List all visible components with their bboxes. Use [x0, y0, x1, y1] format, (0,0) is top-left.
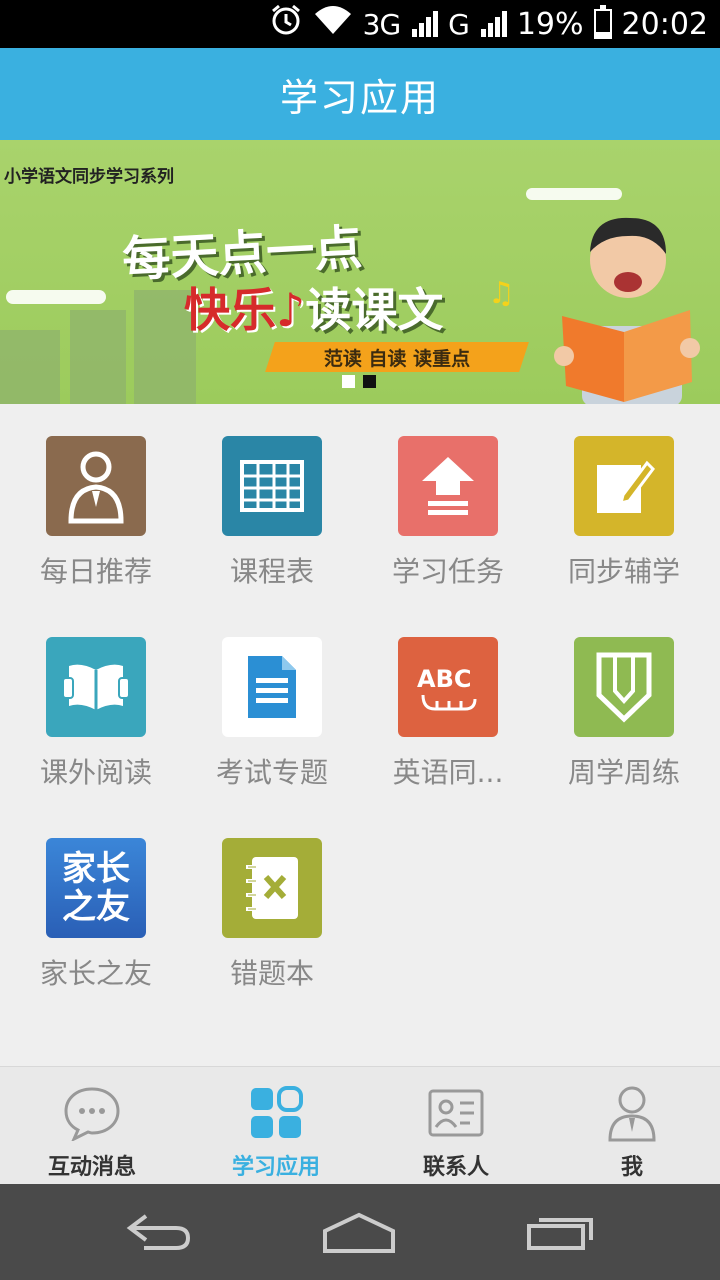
app-tile — [222, 838, 322, 938]
app-tile — [222, 637, 322, 737]
promo-banner[interactable]: 小学语文同步学习系列 每天点一点 快乐♪读课文 ♫ 范读 自读 读重点 — [0, 140, 720, 404]
signal-icon — [480, 11, 507, 37]
banner-pager — [342, 375, 376, 388]
pencil-icon — [596, 652, 652, 723]
banner-subheadline-b: 读课文 — [305, 283, 444, 337]
pager-dot — [342, 375, 355, 388]
banner-ribbon-text: 范读 自读 读重点 — [323, 347, 471, 370]
app-timetable[interactable]: 课程表 — [184, 404, 360, 588]
battery-icon — [593, 5, 612, 39]
page-title: 学习应用 — [279, 75, 440, 120]
app-weekly-practice[interactable]: 周学周练 — [536, 605, 712, 789]
music-note-icon: ♫ — [488, 276, 515, 311]
app-sync-tutoring[interactable]: 同步辅学 — [536, 404, 712, 588]
app-label: 课程表 — [229, 555, 314, 588]
building-decoration — [70, 310, 126, 404]
tab-label: 互动消息 — [47, 1155, 136, 1180]
home-icon[interactable] — [314, 1204, 404, 1260]
battery-percent: 19% — [516, 6, 584, 42]
app-grid: 每日推荐 课程表 学习任务 同步辅学 课外阅读 考试专题 ABC 英语同... … — [0, 404, 720, 1066]
app-label: 学习任务 — [391, 555, 504, 588]
app-daily-recommend[interactable]: 每日推荐 — [8, 404, 184, 588]
tab-contacts[interactable]: 联系人 — [366, 1067, 546, 1185]
app-label: 周学周练 — [567, 756, 680, 789]
app-label: 每日推荐 — [39, 555, 152, 588]
app-label: 错题本 — [229, 957, 314, 990]
app-label: 家长之友 — [39, 957, 152, 990]
upload-arrow-icon — [422, 457, 474, 515]
alarm-icon — [269, 3, 303, 45]
app-tile — [46, 436, 146, 536]
app-tile — [574, 637, 674, 737]
pager-dot-active — [363, 375, 376, 388]
timetable-icon — [240, 460, 304, 512]
app-tile: ABC — [398, 637, 498, 737]
bottom-nav: 互动消息 学习应用 联系人 我 — [0, 1066, 720, 1184]
cloud-decoration — [526, 188, 622, 200]
banner-ribbon: 范读 自读 读重点 — [265, 342, 529, 372]
back-icon[interactable] — [114, 1204, 204, 1260]
person-icon — [68, 451, 124, 524]
signal-icon — [412, 11, 439, 37]
banner-subheadline: 快乐♪读课文 — [184, 283, 444, 337]
app-label: 考试专题 — [215, 756, 328, 789]
app-tile — [398, 436, 498, 536]
network-type-1: 3G — [362, 7, 402, 41]
child-reading-illustration — [554, 217, 700, 404]
tab-label: 联系人 — [422, 1155, 489, 1180]
tab-label: 我 — [620, 1155, 643, 1180]
svg-text:ABC: ABC — [417, 665, 471, 693]
tab-label: 学习应用 — [231, 1155, 320, 1180]
document-icon — [248, 656, 296, 718]
app-parents-friend[interactable]: 家长 之友 家长之友 — [8, 806, 184, 990]
title-bar: 学习应用 — [0, 48, 720, 140]
user-icon — [602, 1085, 662, 1142]
logo-text: 家长 — [62, 849, 130, 889]
app-extra-reading[interactable]: 课外阅读 — [8, 605, 184, 789]
app-study-tasks[interactable]: 学习任务 — [360, 404, 536, 588]
system-nav-bar — [0, 1184, 720, 1280]
cloud-decoration — [6, 290, 106, 304]
tab-me[interactable]: 我 — [542, 1067, 720, 1185]
wifi-icon — [313, 4, 353, 44]
app-label: 同步辅学 — [567, 555, 680, 588]
app-tile — [46, 637, 146, 737]
open-book-icon — [63, 664, 129, 710]
app-label: 英语同... — [392, 756, 504, 789]
app-tile — [222, 436, 322, 536]
banner-series: 小学语文同步学习系列 — [4, 167, 174, 187]
app-tile — [574, 436, 674, 536]
tab-messages[interactable]: 互动消息 — [2, 1067, 182, 1185]
note-edit-icon — [597, 460, 655, 513]
network-type-2: G — [448, 7, 470, 41]
abc-icon: ABC — [417, 665, 477, 711]
chat-bubble-icon — [62, 1085, 122, 1141]
contact-card-icon — [426, 1085, 486, 1141]
status-bar: 3G G 19% 20:02 — [0, 0, 720, 48]
apps-grid-icon — [246, 1085, 306, 1141]
logo-text: 之友 — [62, 887, 130, 927]
app-wrong-answer-book[interactable]: 错题本 — [184, 806, 360, 990]
clock: 20:02 — [621, 6, 708, 42]
building-decoration — [0, 330, 60, 404]
banner-subheadline-a: 快乐 — [184, 283, 276, 337]
wrong-answer-book-icon — [246, 857, 298, 919]
recent-apps-icon[interactable] — [516, 1204, 606, 1260]
app-label: 课外阅读 — [39, 756, 152, 789]
parents-friend-logo: 家长 之友 — [46, 838, 146, 938]
app-english-sync[interactable]: ABC 英语同... — [360, 605, 536, 789]
tab-study-apps[interactable]: 学习应用 — [186, 1067, 366, 1185]
app-exam-topics[interactable]: 考试专题 — [184, 605, 360, 789]
